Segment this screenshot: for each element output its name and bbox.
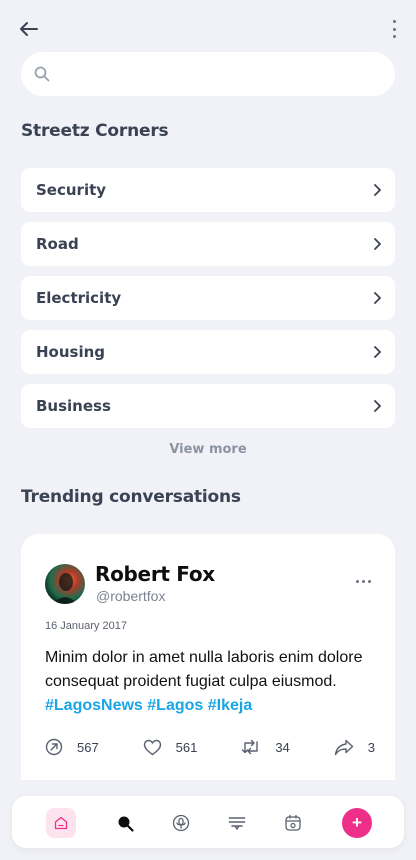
- likes-count: 561: [175, 739, 198, 755]
- view-more-link[interactable]: View more: [0, 442, 416, 457]
- reposts-count: 34: [275, 739, 290, 755]
- post-author-name[interactable]: Robert Fox: [95, 562, 215, 586]
- nav-podcast[interactable]: [166, 808, 196, 838]
- back-button[interactable]: [18, 18, 40, 40]
- post-date: 16 January 2017: [45, 620, 127, 632]
- kebab-dot: [392, 20, 396, 23]
- corner-item-electricity[interactable]: Electricity: [21, 276, 395, 320]
- shares-count: 3: [367, 739, 375, 755]
- share-action[interactable]: 3: [334, 739, 375, 756]
- search-bar[interactable]: [21, 52, 395, 96]
- more-dot: [362, 580, 365, 583]
- corners-section-title: Streetz Corners: [21, 121, 169, 141]
- corner-item-label: Security: [36, 181, 107, 199]
- post-card[interactable]: Robert Fox @robertfox 16 January 2017 Mi…: [21, 534, 395, 780]
- avatar-image: [53, 573, 77, 604]
- post-more-button[interactable]: [356, 580, 371, 583]
- post-author-handle[interactable]: @robertfox: [96, 588, 165, 604]
- chevron-right-icon: [374, 184, 381, 196]
- views-count: 567: [77, 739, 99, 755]
- corner-item-road[interactable]: Road: [21, 222, 395, 266]
- repost-action[interactable]: 34: [241, 739, 290, 755]
- forum-icon: [228, 817, 246, 830]
- heart-icon: [143, 739, 161, 755]
- search-input[interactable]: [60, 65, 360, 83]
- corners-list: Security Road Electricity Housing Busine…: [21, 168, 395, 438]
- corner-item-housing[interactable]: Housing: [21, 330, 395, 374]
- chevron-right-icon: [374, 346, 381, 358]
- like-action[interactable]: 561: [143, 739, 198, 756]
- post-text: Minim dolor in amet nulla laboris enim d…: [45, 649, 363, 690]
- more-menu-button[interactable]: [390, 20, 398, 38]
- nav-add-button[interactable]: +: [342, 808, 372, 838]
- nav-home[interactable]: [46, 808, 76, 838]
- nav-forum[interactable]: [222, 808, 252, 838]
- repost-icon: [242, 739, 259, 755]
- hashtag-lagos[interactable]: #Lagos: [147, 697, 203, 714]
- podcast-icon: [172, 814, 190, 832]
- arrow-left-icon: [20, 22, 38, 36]
- chevron-right-icon: [374, 400, 381, 412]
- avatar[interactable]: [45, 564, 85, 604]
- add-icon: +: [352, 813, 362, 832]
- post-actions: 567 561 34 3: [45, 736, 375, 758]
- corner-item-business[interactable]: Business: [21, 384, 395, 428]
- views-action[interactable]: 567: [45, 738, 99, 756]
- chevron-right-icon: [374, 238, 381, 250]
- post-body: Minim dolor in amet nulla laboris enim d…: [45, 646, 375, 718]
- more-dot: [356, 580, 359, 583]
- share-icon: [334, 739, 353, 755]
- corner-item-label: Road: [36, 235, 79, 253]
- corner-item-security[interactable]: Security: [21, 168, 395, 212]
- bottom-navigation: +: [12, 796, 404, 848]
- views-arrow-icon: [45, 738, 63, 756]
- kebab-dot: [392, 35, 396, 38]
- nav-calendar[interactable]: [278, 808, 308, 838]
- calendar-icon: [285, 814, 301, 831]
- corner-item-label: Business: [36, 397, 111, 415]
- nav-search[interactable]: [110, 808, 140, 838]
- search-icon: [34, 66, 50, 82]
- top-bar: [0, 0, 416, 56]
- kebab-dot: [392, 27, 396, 31]
- hashtag-ikeja[interactable]: #Ikeja: [208, 697, 252, 714]
- more-dot: [368, 580, 371, 583]
- hashtag-lagosnews[interactable]: #LagosNews: [45, 697, 143, 714]
- chevron-right-icon: [374, 292, 381, 304]
- corner-item-label: Housing: [36, 343, 106, 361]
- home-icon: [54, 816, 68, 830]
- search-icon: [118, 816, 134, 832]
- trending-section-title: Trending conversations: [21, 487, 241, 507]
- corner-item-label: Electricity: [36, 289, 122, 307]
